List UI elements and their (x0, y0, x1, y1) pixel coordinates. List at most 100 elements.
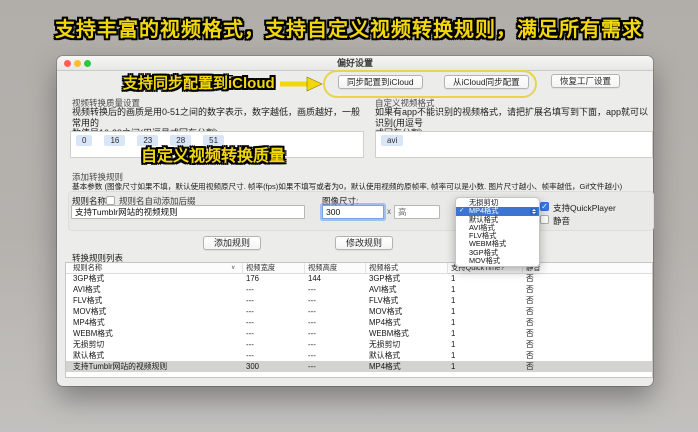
table-cell: MP4格式 (369, 362, 401, 371)
table-cell: --- (308, 307, 316, 316)
table-cell: 3GP格式 (369, 274, 401, 283)
table-cell: --- (308, 340, 316, 349)
size-separator: x (387, 207, 391, 216)
table-cell: 1 (451, 362, 456, 371)
table-cell: FLV格式 (369, 296, 399, 305)
table-cell: 否 (526, 340, 534, 349)
table-header-0[interactable]: 规则名称 (73, 263, 102, 273)
table-cell: MP4格式 (73, 318, 105, 327)
table-cell: 1 (451, 296, 456, 305)
format-menu-item[interactable]: MOV格式 (456, 256, 539, 265)
table-cell: MP4格式 (369, 318, 401, 327)
table-row[interactable]: 3GP格式 176 144 3GP格式 1 否 (66, 273, 652, 284)
add-rule-button[interactable]: 添加规则 (203, 236, 262, 250)
table-cell: --- (246, 307, 254, 316)
header-separator (242, 263, 243, 273)
table-cell: 默认格式 (369, 351, 401, 360)
sort-chevron-icon[interactable]: ∨ (231, 263, 235, 273)
table-cell: 否 (526, 285, 534, 294)
table-cell: 否 (526, 329, 534, 338)
table-cell: --- (308, 296, 316, 305)
table-row[interactable]: 默认格式 --- --- 默认格式 1 否 (66, 350, 652, 361)
quality-annotation: 自定义视频转换质量 (141, 148, 286, 165)
table-row[interactable]: FLV格式 --- --- FLV格式 1 否 (66, 295, 652, 306)
desktop-background: 支持丰富的视频格式，支持自定义视频转换规则，满足所有需求 偏好设置 支持同步配置… (0, 0, 698, 432)
table-row[interactable]: 无损剪切 --- --- 无损剪切 1 否 (66, 339, 652, 350)
table-header-3[interactable]: 视频格式 (369, 263, 398, 273)
rule-name-input[interactable] (71, 205, 305, 219)
marketing-headline: 支持丰富的视频格式，支持自定义视频转换规则，满足所有需求 (55, 19, 643, 41)
table-row[interactable]: WEBM格式 --- --- WEBM格式 1 否 (66, 328, 652, 339)
mute-checkbox[interactable] (540, 215, 549, 224)
table-cell: AVI格式 (369, 285, 397, 294)
table-cell: 无损剪切 (369, 340, 401, 349)
factory-reset-button[interactable]: 恢复工厂设置 (551, 74, 621, 88)
table-cell: 默认格式 (73, 351, 105, 360)
table-cell: --- (246, 285, 254, 294)
rules-table[interactable]: 规则名称 视频宽度 视频高度 视频格式 支持QuickTime? 静音 ∨ 3GP格式 176… (65, 262, 653, 378)
mute-label: 静音 (553, 216, 571, 226)
table-cell: 否 (526, 362, 534, 371)
quickplayer-label: 支持QuickPlayer (553, 203, 616, 213)
table-cell: FLV格式 (73, 296, 103, 305)
header-separator (304, 263, 305, 273)
header-separator (365, 263, 366, 273)
table-cell: AVI格式 (73, 285, 101, 294)
table-cell: MOV格式 (73, 307, 107, 316)
table-cell: MOV格式 (369, 307, 403, 316)
window-titlebar[interactable]: 偏好设置 (57, 56, 653, 71)
table-cell: 无损剪切 (73, 340, 105, 349)
table-header-2[interactable]: 视频高度 (308, 263, 337, 273)
format-token-field[interactable]: avi (375, 131, 653, 158)
table-row[interactable]: MP4格式 --- --- MP4格式 1 否 (66, 317, 652, 328)
table-cell: --- (246, 351, 254, 360)
table-cell: 否 (526, 307, 534, 316)
checkmark-icon: ✓ (459, 207, 465, 215)
table-cell: --- (308, 285, 316, 294)
image-width-input[interactable] (322, 205, 384, 219)
table-cell: 1 (451, 329, 456, 338)
window-title: 偏好设置 (336, 58, 373, 68)
table-cell: 300 (246, 362, 260, 371)
quickplayer-checkbox[interactable]: ✓ (540, 202, 549, 211)
table-cell: 3GP格式 (73, 274, 105, 283)
table-cell: 否 (526, 318, 534, 327)
table-cell: --- (308, 362, 316, 371)
header-separator (447, 263, 448, 273)
table-cell: 1 (451, 274, 456, 283)
table-cell: --- (308, 318, 316, 327)
table-cell: --- (246, 340, 254, 349)
annotation-arrow-icon (280, 76, 323, 92)
sync-from-icloud-button[interactable]: 从iCloud同步配置 (444, 75, 529, 89)
table-cell: 支持Tumblr网站的视频规则 (73, 362, 168, 371)
table-cell: 1 (451, 340, 456, 349)
quality-token-chip: 16 (104, 135, 126, 146)
popup-stepper-icon (530, 208, 537, 216)
table-row[interactable]: MOV格式 --- --- MOV格式 1 否 (66, 306, 652, 317)
table-cell: --- (246, 329, 254, 338)
table-cell: WEBM格式 (73, 329, 113, 338)
table-cell: --- (308, 351, 316, 360)
auto-suffix-checkbox[interactable] (106, 196, 115, 205)
format-dropdown-menu[interactable]: 无损剪切 ✓ MP4格式 默认格式 AVI格式 FLV格式 WEBM格式 3GP格式 MOV格式 (455, 197, 540, 268)
image-height-input[interactable] (394, 205, 440, 219)
sync-to-icloud-button[interactable]: 同步配置到iCloud (338, 75, 423, 89)
table-cell: 144 (308, 274, 322, 283)
table-cell: 否 (526, 351, 534, 360)
table-cell: 1 (451, 351, 456, 360)
table-cell: 1 (451, 285, 456, 294)
table-cell: 1 (451, 307, 456, 316)
table-header-1[interactable]: 视频宽度 (246, 263, 275, 273)
table-cell: 1 (451, 318, 456, 327)
table-row[interactable]: AVI格式 --- --- AVI格式 1 否 (66, 284, 652, 295)
modify-rule-button[interactable]: 修改规则 (335, 236, 394, 250)
table-cell: 否 (526, 274, 534, 283)
icloud-annotation: 支持同步配置到iCloud (123, 75, 275, 92)
format-token-chip: avi (381, 135, 404, 146)
table-cell: --- (308, 329, 316, 338)
table-row[interactable]: 支持Tumblr网站的视频规则 300 --- MP4格式 1 否 (66, 361, 652, 372)
table-cell: WEBM格式 (369, 329, 409, 338)
table-cell: 否 (526, 296, 534, 305)
table-cell: 176 (246, 274, 260, 283)
table-cell: --- (246, 296, 254, 305)
